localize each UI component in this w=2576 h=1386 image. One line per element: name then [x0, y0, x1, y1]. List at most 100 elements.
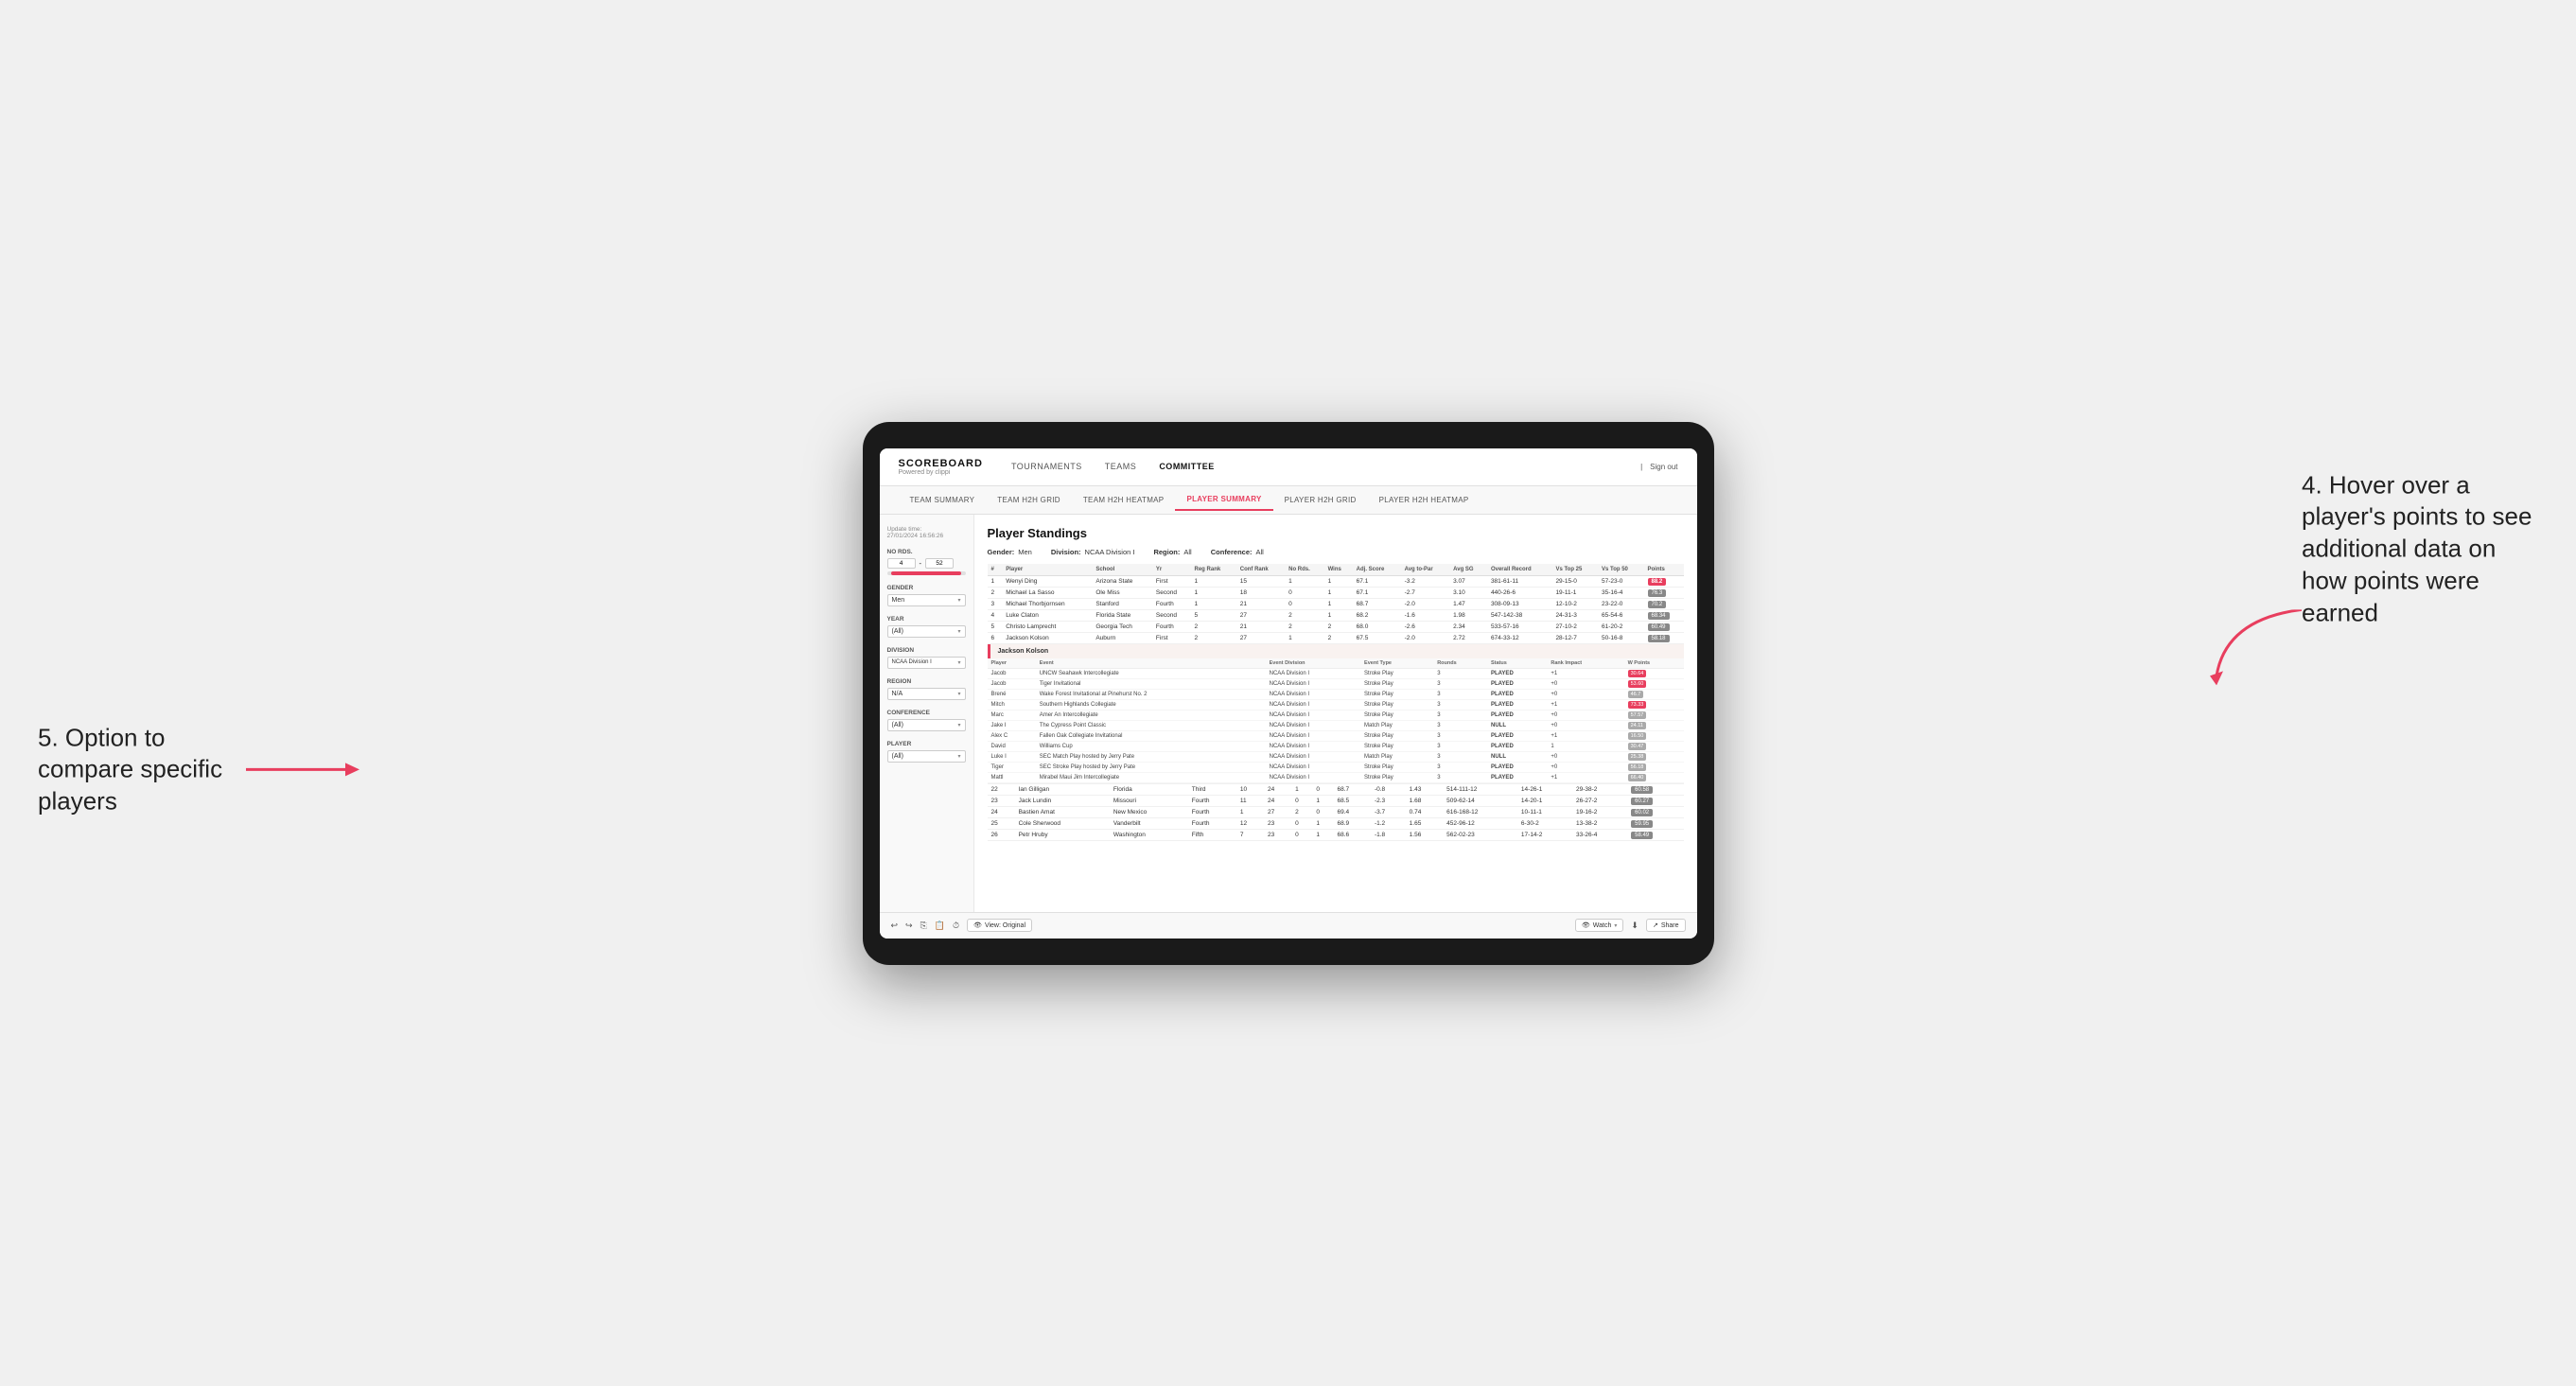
points-badge[interactable]: 68.34: [1648, 612, 1670, 620]
no-rds-section: No Rds. -: [887, 549, 966, 575]
cell-vs-top50: 23-22-0: [1598, 598, 1644, 609]
nav-teams[interactable]: TEAMS: [1105, 460, 1137, 473]
timer-button[interactable]: ⏱: [953, 921, 959, 931]
tab-player-h2h-heatmap[interactable]: PLAYER H2H HEATMAP: [1368, 490, 1481, 510]
table-row[interactable]: 24 Bastien Amat New Mexico Fourth 1 27 2…: [988, 806, 1684, 817]
points-badge[interactable]: 60.49: [1648, 623, 1670, 631]
cell-school: Arizona State: [1092, 575, 1152, 587]
cell-rank: 3: [988, 598, 1003, 609]
no-rds-min[interactable]: [887, 558, 916, 569]
points-badge[interactable]: 76.3: [1648, 589, 1667, 597]
redo-button[interactable]: ↪: [905, 921, 913, 931]
table-row[interactable]: 3 Michael Thorbjornsen Stanford Fourth 1…: [988, 598, 1684, 609]
table-row[interactable]: 25 Cole Sherwood Vanderbilt Fourth 12 23…: [988, 817, 1684, 829]
w-points-badge[interactable]: 30.64: [1628, 670, 1647, 677]
sign-out-link[interactable]: Sign out: [1650, 463, 1677, 471]
cell-points[interactable]: 70.2: [1644, 598, 1684, 609]
tab-player-h2h-grid[interactable]: PLAYER H2H GRID: [1273, 490, 1368, 510]
standings-table: # Player School Yr Reg Rank Conf Rank No…: [988, 564, 1684, 784]
cell-points[interactable]: 58.18: [1644, 632, 1684, 643]
conference-select[interactable]: (All): [887, 719, 966, 731]
cell-wins: 1: [1324, 575, 1353, 587]
cell-avg-to-par: -2.0: [1401, 598, 1450, 609]
logo: SCOREBOARD Powered by clippi: [899, 458, 983, 476]
right-annotation: 4. Hover over a player's points to see a…: [2302, 469, 2548, 629]
cell-school: Auburn: [1092, 632, 1152, 643]
sidebar: Update time: 27/01/2024 16:56:26 No Rds.…: [880, 515, 974, 912]
cell-player: Wenyi Ding: [1002, 575, 1092, 587]
cell-overall: 308-09-13: [1487, 598, 1552, 609]
cell-conf-rank: 27: [1236, 609, 1285, 621]
col-points: Points: [1644, 564, 1684, 576]
table-row[interactable]: 4 Luke Claton Florida State Second 5 27 …: [988, 609, 1684, 621]
nav-tournaments[interactable]: TOURNAMENTS: [1011, 460, 1082, 473]
col-conf-rank: Conf Rank: [1236, 564, 1285, 576]
cell-avg-sg: 2.34: [1449, 621, 1487, 632]
tab-team-summary[interactable]: TEAM SUMMARY: [899, 490, 987, 510]
cell-conf-rank: 21: [1236, 621, 1285, 632]
view-original-button[interactable]: 👁 View: Original: [967, 919, 1032, 932]
region-select[interactable]: N/A: [887, 688, 966, 700]
cell-conf-rank: 15: [1236, 575, 1285, 587]
table-row[interactable]: 22 Ian Gilligan Florida Third 10 24 1 0 …: [988, 784, 1684, 796]
points-badge[interactable]: 70.2: [1648, 601, 1667, 608]
cell-points[interactable]: 88.2: [1644, 575, 1684, 587]
main-content: Update time: 27/01/2024 16:56:26 No Rds.…: [880, 515, 1697, 912]
table-row[interactable]: 26 Petr Hruby Washington Fifth 7 23 0 1 …: [988, 829, 1684, 840]
cell-points[interactable]: 76.3: [1644, 587, 1684, 598]
no-rds-max[interactable]: [925, 558, 954, 569]
points-badge[interactable]: 88.2: [1648, 578, 1667, 586]
w-points-neutral: 46.7: [1628, 691, 1644, 698]
table-row[interactable]: 5 Christo Lamprecht Georgia Tech Fourth …: [988, 621, 1684, 632]
cell-vs-top25: 27-10-2: [1551, 621, 1598, 632]
w-points-badge[interactable]: 53.60: [1628, 680, 1647, 688]
w-points-neutral: 66.40: [1628, 774, 1647, 781]
points-badge[interactable]: 60.02: [1631, 809, 1653, 816]
expanded-table-row: Luke I SEC Match Play hosted by Jerry Pa…: [988, 751, 1684, 762]
division-select[interactable]: NCAA Division I: [887, 657, 966, 669]
cell-adj-score: 67.1: [1353, 575, 1401, 587]
tablet-screen: SCOREBOARD Powered by clippi TOURNAMENTS…: [880, 448, 1697, 939]
w-points-badge[interactable]: 73.33: [1628, 701, 1647, 709]
points-badge[interactable]: 59.95: [1631, 820, 1653, 828]
table-row[interactable]: 23 Jack Lundin Missouri Fourth 11 24 0 1…: [988, 795, 1684, 806]
cell-avg-to-par: -2.0: [1401, 632, 1450, 643]
player-select[interactable]: (All): [887, 750, 966, 763]
cell-avg-sg: 3.10: [1449, 587, 1487, 598]
year-select[interactable]: (All): [887, 625, 966, 638]
cell-yr: Fourth: [1152, 621, 1191, 632]
points-badge[interactable]: 58.18: [1648, 635, 1670, 642]
tab-team-h2h-grid[interactable]: TEAM H2H GRID: [986, 490, 1072, 510]
col-adj-score: Adj. Score: [1353, 564, 1401, 576]
download-button[interactable]: ⬇: [1631, 921, 1638, 931]
col-no-rds: No Rds.: [1285, 564, 1323, 576]
points-badge[interactable]: 60.27: [1631, 798, 1653, 805]
conference-section: Conference (All): [887, 710, 966, 731]
cell-no-rds: 1: [1285, 575, 1323, 587]
expanded-col: Rank Impact: [1547, 658, 1623, 669]
cell-player: Luke Claton: [1002, 609, 1092, 621]
table-row[interactable]: 1 Wenyi Ding Arizona State First 1 15 1 …: [988, 575, 1684, 587]
table-row[interactable]: 6 Jackson Kolson Auburn First 2 27 1 2 6…: [988, 632, 1684, 643]
cell-points[interactable]: 60.49: [1644, 621, 1684, 632]
copy-button[interactable]: ⎘: [920, 921, 927, 931]
share-button[interactable]: ↗ Share: [1646, 919, 1686, 932]
cell-school: Florida State: [1092, 609, 1152, 621]
bottom-toolbar: ↩ ↪ ⎘ 📋 ⏱ 👁 View: Original 👁 Watch ⬇ ↗: [880, 912, 1697, 939]
filter-conference: Conference: All: [1211, 548, 1264, 556]
tab-player-summary[interactable]: PLAYER SUMMARY: [1175, 489, 1272, 511]
cell-vs-top50: 65-54-6: [1598, 609, 1644, 621]
points-badge[interactable]: 60.58: [1631, 786, 1653, 794]
col-yr: Yr: [1152, 564, 1191, 576]
region-section: Region N/A: [887, 678, 966, 700]
tab-team-h2h-heatmap[interactable]: TEAM H2H HEATMAP: [1072, 490, 1176, 510]
table-row[interactable]: 2 Michael La Sasso Ole Miss Second 1 18 …: [988, 587, 1684, 598]
gender-select[interactable]: Men: [887, 594, 966, 606]
undo-button[interactable]: ↩: [891, 921, 899, 931]
paste-button[interactable]: 📋: [935, 921, 945, 931]
points-badge[interactable]: 58.49: [1631, 832, 1653, 839]
nav-committee[interactable]: COMMITTEE: [1159, 460, 1215, 473]
watch-button[interactable]: 👁 Watch: [1575, 919, 1623, 932]
cell-points[interactable]: 68.34: [1644, 609, 1684, 621]
expanded-col: Event: [1036, 658, 1266, 669]
